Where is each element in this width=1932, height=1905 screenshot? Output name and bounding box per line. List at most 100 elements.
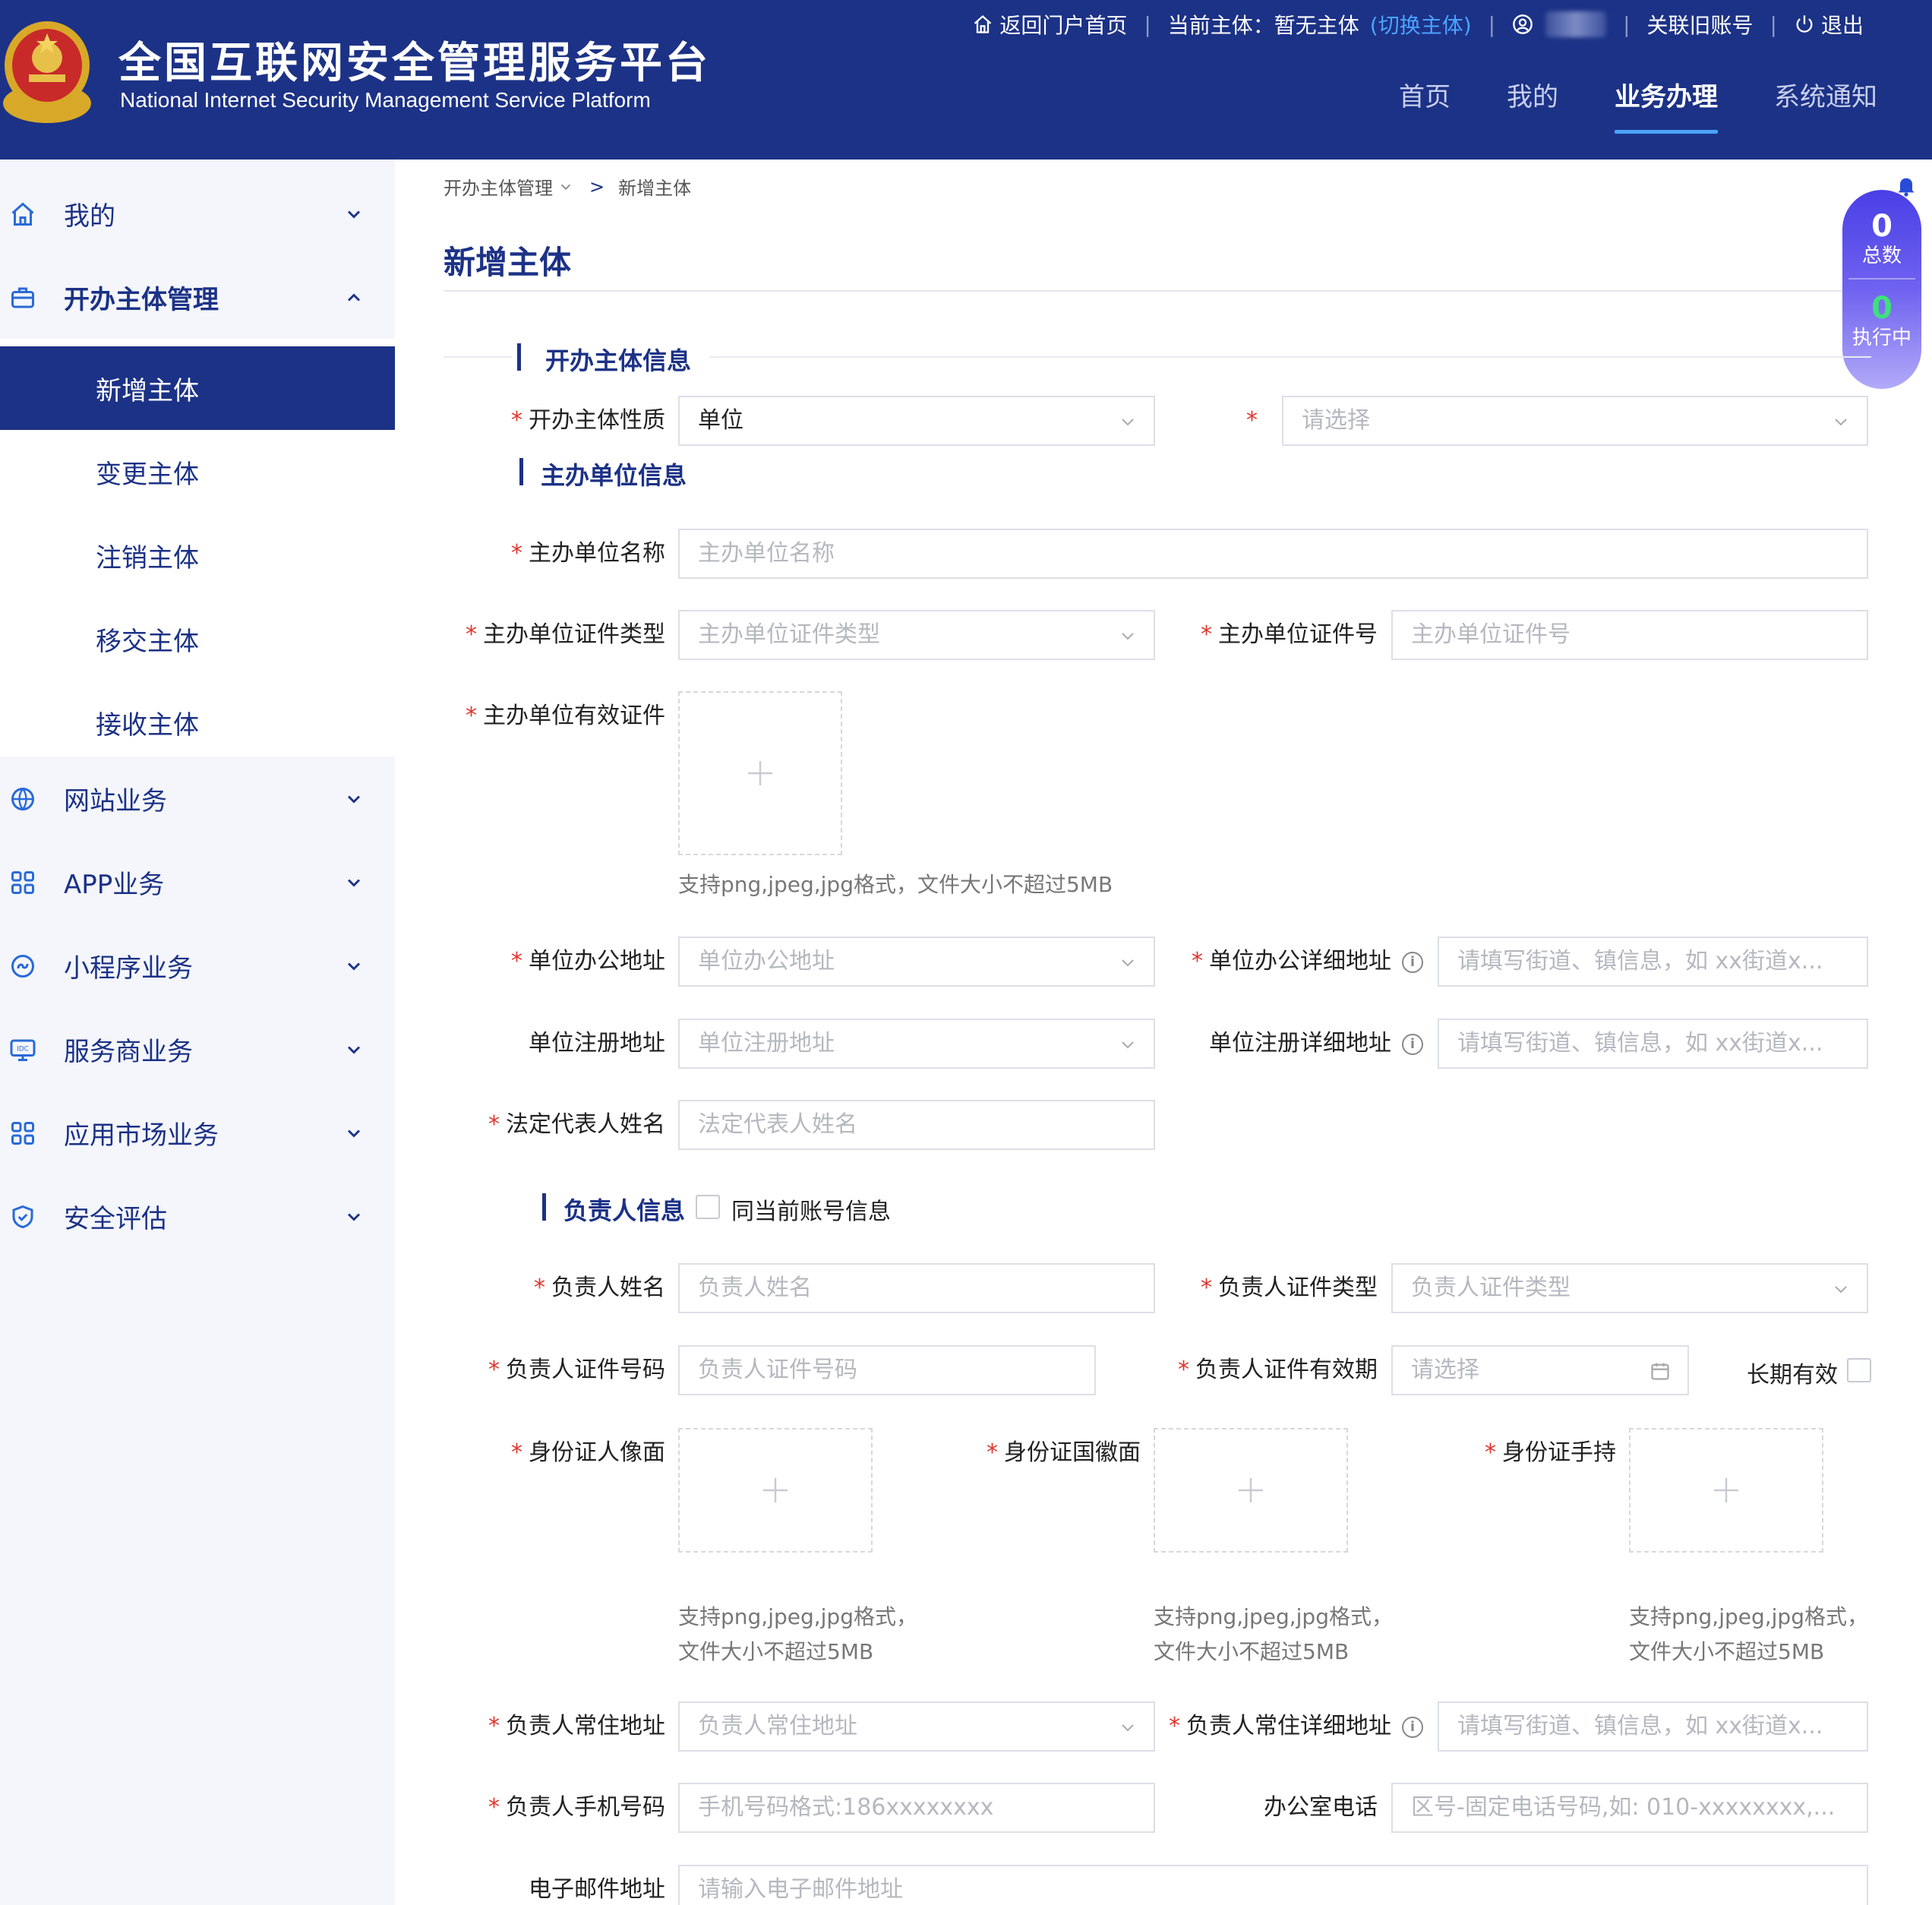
sidebar-item-app-market[interactable]: 应用市场业务 (0, 1091, 395, 1174)
same-as-account-checkbox[interactable] (696, 1195, 720, 1219)
upload-hint: 支持png,jpeg,jpg格式，文件大小不超过5MB (678, 1604, 917, 1664)
long-term-checkbox[interactable] (1847, 1358, 1871, 1382)
plus-icon (763, 1478, 788, 1502)
org-cert-type-select[interactable]: 主办单位证件类型 (678, 610, 1155, 660)
email-input[interactable]: 请输入电子邮件地址 (678, 1865, 1868, 1905)
logout-link[interactable]: 退出 (1794, 9, 1864, 39)
subitem-label: 变更主体 (96, 459, 199, 490)
nav-notifications[interactable]: 系统通知 (1774, 76, 1877, 134)
sidebar-item-website[interactable]: 网站业务 (0, 757, 395, 840)
platform-subtitle: National Internet Security Management Se… (120, 88, 651, 112)
chevron-down-icon (347, 795, 361, 804)
link-old-account-link[interactable]: 关联旧账号 (1647, 9, 1754, 39)
legal-rep-input[interactable]: 法定代表人姓名 (678, 1100, 1155, 1150)
field-label-id-hand: * 身份证手持 (1485, 1439, 1616, 1466)
entity-nature-select[interactable]: 单位 (678, 396, 1155, 446)
plus-icon (1239, 1478, 1263, 1502)
sidebar-subitem-change-entity[interactable]: 变更主体 (0, 430, 395, 513)
org-cert-upload[interactable] (678, 691, 842, 855)
nav-business[interactable]: 业务办理 (1615, 76, 1718, 134)
id-handheld-upload[interactable] (1629, 1428, 1823, 1553)
id-front-upload[interactable] (678, 1428, 873, 1553)
nav-mine[interactable]: 我的 (1507, 76, 1558, 134)
person-cert-type-select[interactable]: 负责人证件类型 (1391, 1263, 1868, 1313)
reg-addr-detail-input[interactable]: 请填写街道、镇信息，如 xx街道x... (1438, 1019, 1868, 1069)
field-label-person-cert-type: * 负责人证件类型 (1201, 1275, 1378, 1301)
field-label-org-cert-no: * 主办单位证件号 (1201, 621, 1378, 648)
section-bar (542, 1193, 546, 1221)
person-addr-detail-input[interactable]: 请填写街道、镇信息，如 xx街道x... (1438, 1701, 1868, 1752)
field-label-entity-nature: * 开办主体性质 (511, 407, 665, 434)
running-count: 0 (1871, 291, 1893, 326)
home-portal-link[interactable]: 返回门户首页 (972, 9, 1127, 39)
long-term-label[interactable]: 长期有效 (1747, 1356, 1838, 1389)
chevron-down-icon (1122, 419, 1134, 426)
subitem-label: 新增主体 (96, 375, 199, 406)
upload-hint: 支持png,jpeg,jpg格式，文件大小不超过5MB (1154, 1604, 1393, 1664)
breadcrumb-parent[interactable]: 开办主体管理 (444, 173, 553, 200)
section-title-person: 负责人信息 (564, 1196, 686, 1225)
entity-type-select[interactable]: 请选择 (1282, 396, 1868, 446)
divider: | (1488, 11, 1496, 37)
chevron-down-icon (1835, 1286, 1847, 1294)
person-cert-validity-datepicker[interactable]: 请选择 (1391, 1345, 1689, 1395)
field-label-office-phone: 办公室电话 (1264, 1794, 1378, 1821)
home-icon (974, 14, 992, 33)
sidebar-item-service-provider[interactable]: IDC 服务商业务 (0, 1007, 395, 1091)
sidebar-subitem-new-entity[interactable]: 新增主体 (0, 346, 395, 430)
field-label-person-cert-no: * 负责人证件号码 (488, 1357, 665, 1383)
user-account[interactable] (1512, 11, 1607, 37)
divider (444, 356, 512, 358)
reg-addr-select[interactable]: 单位注册地址 (678, 1019, 1155, 1069)
sidebar-item-miniprogram[interactable]: 小程序业务 (0, 924, 395, 1007)
sidebar-item-mine[interactable]: 我的 (0, 172, 395, 255)
sidebar-subitem-transfer-entity[interactable]: 移交主体 (0, 597, 395, 681)
info-icon[interactable]: i (1402, 951, 1423, 973)
police-emblem-logo (3, 21, 91, 123)
person-phone-input[interactable]: 手机号码格式:186xxxxxxxx (678, 1783, 1155, 1833)
person-cert-no-input[interactable]: 负责人证件号码 (678, 1345, 1096, 1395)
sidebar-item-entity-management[interactable]: 开办主体管理 (0, 255, 395, 339)
nav-home[interactable]: 首页 (1399, 76, 1451, 134)
platform-title: 全国互联网安全管理服务平台 (118, 39, 711, 88)
field-label-org-cert-type: * 主办单位证件类型 (466, 621, 665, 648)
upload-hint: 支持png,jpeg,jpg格式，文件大小不超过5MB (1629, 1604, 1868, 1664)
chevron-down-icon (347, 879, 361, 887)
chevron-down-icon (347, 1046, 361, 1054)
person-addr-select[interactable]: 负责人常住地址 (678, 1701, 1155, 1752)
total-count: 0 (1871, 209, 1893, 244)
chevron-up-icon (347, 293, 361, 302)
office-addr-detail-input[interactable]: 请填写街道、镇信息，如 xx街道x... (1438, 937, 1868, 987)
field-label-org-name: * 主办单位名称 (511, 540, 665, 567)
office-phone-input[interactable]: 区号-固定电话号码,如: 010-xxxxxxxx,... (1391, 1783, 1868, 1833)
subitem-label: 注销主体 (96, 542, 199, 573)
same-as-account-label[interactable]: 同当前账号信息 (731, 1193, 891, 1226)
info-icon[interactable]: i (1402, 1033, 1423, 1055)
field-label-org-cert-upload: * 主办单位有效证件 (466, 703, 665, 729)
logout-label: 退出 (1820, 13, 1864, 38)
org-cert-no-input[interactable]: 主办单位证件号 (1391, 610, 1868, 660)
divider (709, 356, 1871, 358)
divider (1848, 278, 1915, 280)
field-label-id-back: * 身份证国徽面 (987, 1439, 1141, 1466)
office-addr-select[interactable]: 单位办公地址 (678, 937, 1155, 987)
sidebar-item-security-assessment[interactable]: 安全评估 (0, 1174, 395, 1258)
chevron-down-icon (1122, 1041, 1134, 1049)
info-icon[interactable]: i (1402, 1716, 1423, 1738)
sidebar-subitem-cancel-entity[interactable]: 注销主体 (0, 513, 395, 597)
sidebar-subitem-receive-entity[interactable]: 接收主体 (0, 681, 395, 764)
sidebar-item-app[interactable]: APP业务 (0, 840, 395, 924)
switch-entity-link[interactable]: (切换主体) (1370, 9, 1472, 39)
task-counter-widget[interactable]: 0 总数 0 执行中 (1842, 190, 1921, 389)
user-icon (1513, 14, 1533, 34)
person-name-input[interactable]: 负责人姓名 (678, 1263, 1155, 1313)
chevron-down-icon (347, 1129, 361, 1138)
org-name-input[interactable]: 主办单位名称 (678, 529, 1868, 579)
chevron-down-icon (1122, 633, 1134, 640)
field-label-reg-addr: 单位注册地址 (529, 1030, 665, 1057)
top-utility-bar: 返回门户首页 | 当前主体：暂无主体 (切换主体) | | 关联旧账号 | 退出 (972, 9, 1864, 39)
sidebar-item-label: 应用市场业务 (64, 1120, 219, 1151)
sidebar: 我的 开办主体管理 新增主体 变更主体 注销主体 移交主体 接收主体 网站业务 … (0, 160, 395, 1905)
section-title-org: 主办单位信息 (541, 461, 687, 490)
id-back-upload[interactable] (1154, 1428, 1348, 1553)
